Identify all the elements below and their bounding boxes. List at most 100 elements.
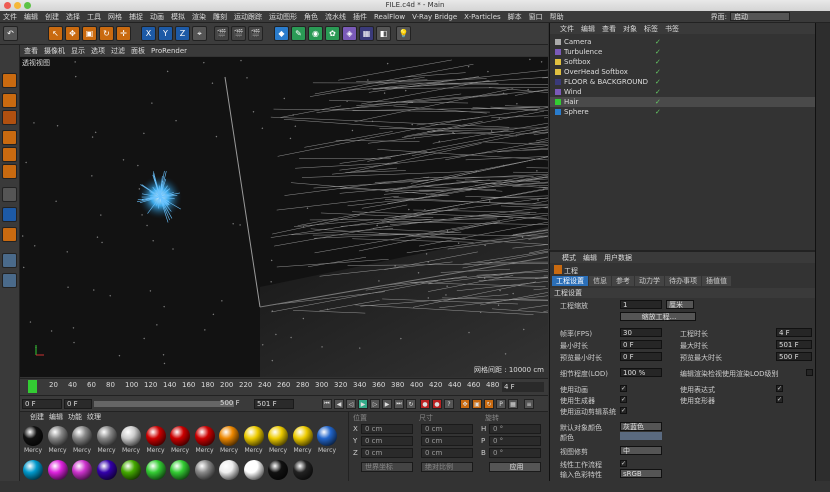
use-animation-checkbox[interactable]: ✓ <box>620 385 627 392</box>
key-rotation-icon[interactable]: ↻ <box>484 399 494 409</box>
go-to-start-icon[interactable]: ⏮ <box>322 399 332 409</box>
key-scale-icon[interactable]: ▣ <box>472 399 482 409</box>
menu-item-12[interactable]: 运动图形 <box>269 12 297 22</box>
object-menu-item-5[interactable]: 书签 <box>665 24 679 34</box>
material-menu-item-0[interactable]: 创建 <box>30 412 44 422</box>
object-menu-item-4[interactable]: 标签 <box>644 24 658 34</box>
menu-item-1[interactable]: 编辑 <box>24 12 38 22</box>
points-mode-icon[interactable] <box>2 130 17 145</box>
attr-menu-item-1[interactable]: 编辑 <box>583 253 597 263</box>
go-to-end-icon[interactable]: ⏭ <box>394 399 404 409</box>
preview-max-field[interactable]: 500 F <box>776 352 812 361</box>
object-row[interactable]: Sphere✓ <box>550 107 816 117</box>
material-swatch[interactable]: Mercy <box>267 426 289 458</box>
material-swatch[interactable]: Mercy <box>22 426 44 458</box>
material-swatch[interactable]: Mercy <box>71 426 93 458</box>
menu-item-7[interactable]: 动画 <box>150 12 164 22</box>
input-color-profile-dropdown[interactable]: sRGB <box>620 469 662 478</box>
viewport-menu-item-3[interactable]: 选项 <box>91 46 105 56</box>
recent-tool-icon[interactable]: ✛ <box>116 26 131 41</box>
subdivision-icon[interactable]: ◉ <box>308 26 323 41</box>
use-motion-checkbox[interactable]: ✓ <box>620 407 627 414</box>
render-settings-icon[interactable]: 🎬 <box>248 26 263 41</box>
menu-item-8[interactable]: 模拟 <box>171 12 185 22</box>
right-tab-strip[interactable] <box>815 23 830 481</box>
material-swatch[interactable] <box>120 460 142 492</box>
size-z-field[interactable]: 0 cm <box>421 448 473 458</box>
end-frame-field[interactable]: 501 F <box>254 399 294 409</box>
scale-project-button[interactable]: 缩放工程... <box>620 312 696 321</box>
check-icon[interactable]: ✓ <box>655 47 661 57</box>
model-mode-icon[interactable] <box>2 93 17 108</box>
material-swatch[interactable]: Mercy <box>47 426 69 458</box>
snap-icon[interactable] <box>2 227 17 242</box>
rot-b-field[interactable]: 0 ° <box>489 448 541 458</box>
scale-tool-icon[interactable]: ▣ <box>82 26 97 41</box>
tweak-mode-icon[interactable] <box>2 207 17 222</box>
menu-item-2[interactable]: 创建 <box>45 12 59 22</box>
attr-tab-0[interactable]: 工程设置 <box>552 276 588 286</box>
menu-item-10[interactable]: 雕刻 <box>213 12 227 22</box>
material-swatch[interactable]: Mercy <box>316 426 338 458</box>
make-editable-icon[interactable] <box>2 73 17 88</box>
deformer-icon[interactable]: ◈ <box>342 26 357 41</box>
preview-min-field[interactable]: 0 F <box>620 352 662 361</box>
coordinate-system-icon[interactable]: ⌖ <box>192 26 207 41</box>
autokey-icon[interactable]: ● <box>432 399 442 409</box>
menu-item-15[interactable]: 插件 <box>353 12 367 22</box>
menu-item-13[interactable]: 角色 <box>304 12 318 22</box>
viewport-menu-item-5[interactable]: 面板 <box>131 46 145 56</box>
size-x-field[interactable]: 0 cm <box>421 424 473 434</box>
object-menu-item-0[interactable]: 文件 <box>560 24 574 34</box>
play-icon[interactable]: ▶ <box>358 399 368 409</box>
menu-item-21[interactable]: 帮助 <box>550 12 564 22</box>
material-swatch[interactable] <box>194 460 216 492</box>
prev-key-icon[interactable]: ◀ <box>334 399 344 409</box>
menu-item-4[interactable]: 工具 <box>87 12 101 22</box>
lod-field[interactable]: 100 % <box>620 368 662 377</box>
floor-icon[interactable]: ▦ <box>359 26 374 41</box>
material-swatch[interactable] <box>145 460 167 492</box>
object-row[interactable]: OverHead Softbox✓ <box>550 67 816 77</box>
axis-y-button[interactable]: Y <box>158 26 173 41</box>
material-swatch[interactable]: Mercy <box>218 426 240 458</box>
minimize-window-button[interactable] <box>14 2 21 9</box>
step-forward-icon[interactable]: ▷ <box>370 399 380 409</box>
pos-x-field[interactable]: 0 cm <box>361 424 413 434</box>
render-picture-viewer-icon[interactable]: 🎬 <box>231 26 246 41</box>
key-param-icon[interactable]: P <box>496 399 506 409</box>
timeline-ruler[interactable]: 0204060801001201401601802002202402602803… <box>20 378 548 395</box>
menu-item-20[interactable]: 窗口 <box>529 12 543 22</box>
menu-item-3[interactable]: 选择 <box>66 12 80 22</box>
attr-tab-3[interactable]: 动力学 <box>635 276 664 286</box>
attr-menu-item-2[interactable]: 用户数据 <box>604 253 632 263</box>
material-swatch[interactable]: Mercy <box>194 426 216 458</box>
material-swatch[interactable] <box>243 460 265 492</box>
apply-button[interactable]: 应用 <box>489 462 541 472</box>
material-swatch[interactable]: Mercy <box>292 426 314 458</box>
check-icon[interactable]: ✓ <box>655 97 661 107</box>
zoom-window-button[interactable] <box>24 2 31 9</box>
menu-item-0[interactable]: 文件 <box>3 12 17 22</box>
rot-h-field[interactable]: 0 ° <box>489 424 541 434</box>
material-swatch[interactable] <box>218 460 240 492</box>
render-view-icon[interactable]: 🎬 <box>214 26 229 41</box>
object-menu-item-2[interactable]: 查看 <box>602 24 616 34</box>
use-generators-checkbox[interactable]: ✓ <box>620 396 627 403</box>
keyframe-selection-icon[interactable]: ? <box>444 399 454 409</box>
material-swatch[interactable]: Mercy <box>120 426 142 458</box>
use-deformers-checkbox[interactable]: ✓ <box>776 396 783 403</box>
menu-item-19[interactable]: 脚本 <box>508 12 522 22</box>
record-icon[interactable]: ● <box>420 399 430 409</box>
attr-tab-2[interactable]: 参考 <box>612 276 634 286</box>
render-lod-checkbox[interactable] <box>806 369 813 376</box>
menu-item-14[interactable]: 流水线 <box>325 12 346 22</box>
axis-mode-icon[interactable] <box>2 187 17 202</box>
size-y-field[interactable]: 0 cm <box>421 436 473 446</box>
timeline-menu-icon[interactable]: ≡ <box>524 399 534 409</box>
fps-field[interactable]: 30 <box>620 328 662 337</box>
move-tool-icon[interactable]: ✥ <box>65 26 80 41</box>
object-row[interactable]: Turbulence✓ <box>550 47 816 57</box>
viewport-menu-item-2[interactable]: 显示 <box>71 46 85 56</box>
rot-p-field[interactable]: 0 ° <box>489 436 541 446</box>
